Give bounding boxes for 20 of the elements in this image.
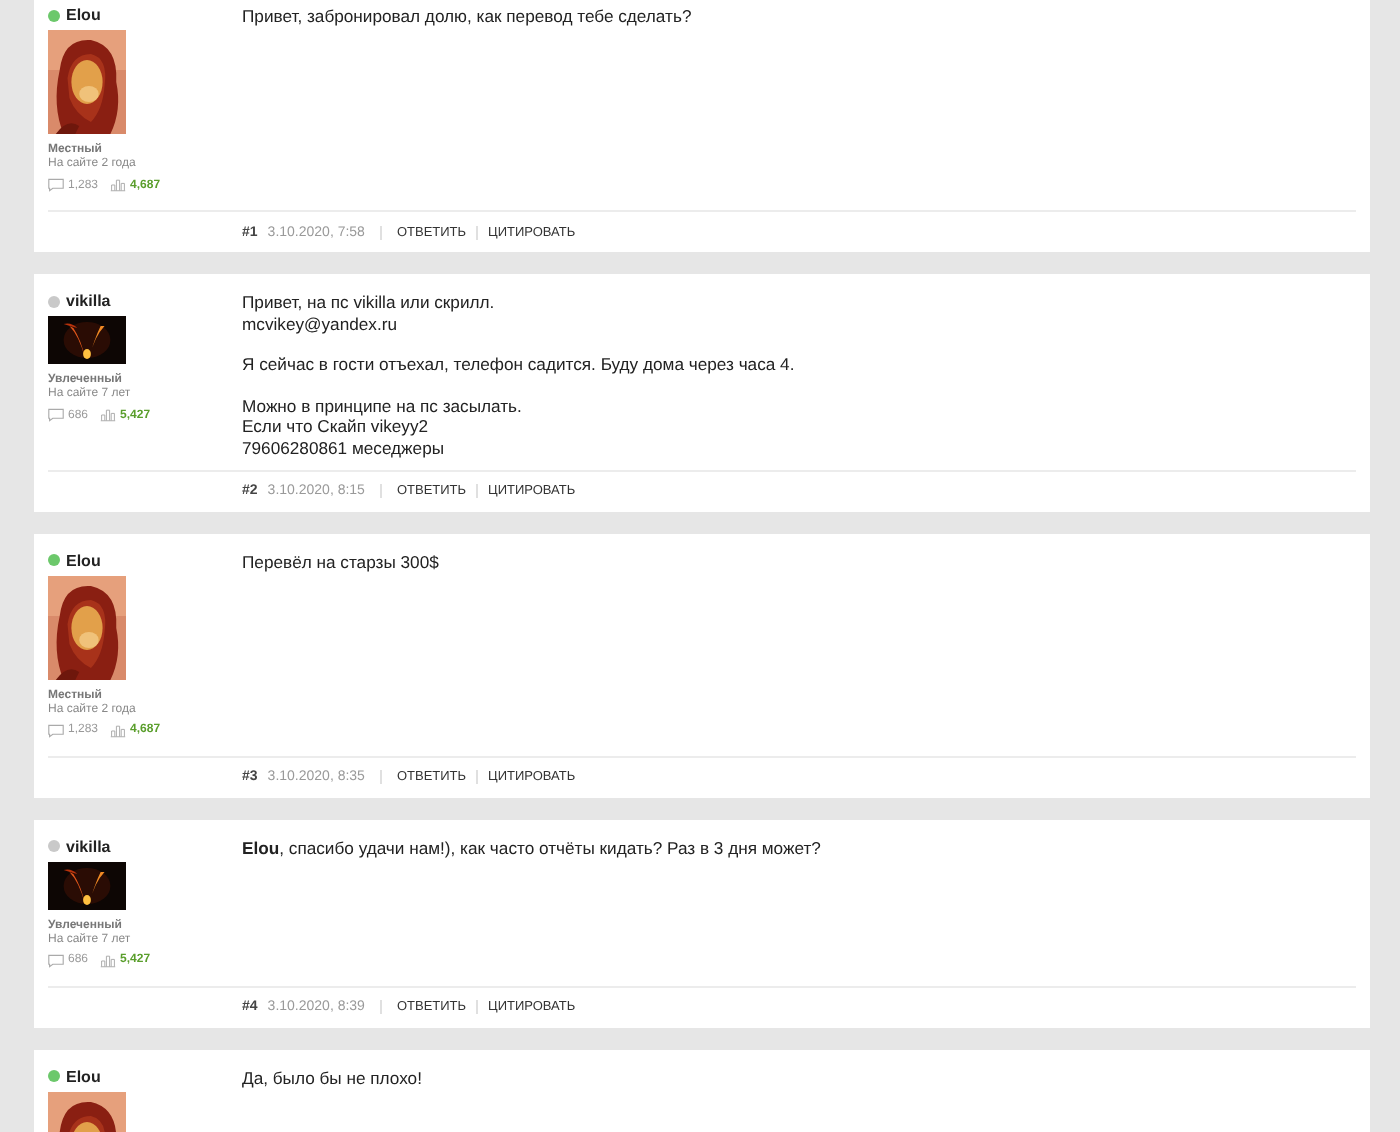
message-text: Можно в принципе на пс засылать. Если что Скайп vikeyy2 79606280861 меседжеры bbox=[242, 395, 524, 460]
author-name[interactable]: Elou bbox=[66, 1067, 101, 1086]
author-name[interactable]: vikilla bbox=[66, 837, 111, 856]
message-text: Я сейчас в гости отъехал, телефон садится. Буду дома через часа 4. bbox=[242, 354, 797, 376]
speech-bubble-icon bbox=[48, 723, 64, 738]
bar-chart-icon bbox=[100, 953, 117, 968]
bar-chart-icon bbox=[100, 408, 117, 422]
author-name[interactable]: Elou bbox=[66, 551, 101, 570]
message-text: Привет, забронировал долю, как перевод тебе сделать? bbox=[242, 6, 694, 28]
bar-chart-icon bbox=[110, 178, 127, 192]
author-name[interactable]: vikilla bbox=[66, 292, 111, 310]
message-text: Elou, спасибо удачи нам!), как часто отчёты кидать? Раз в 3 дня может? bbox=[242, 837, 823, 859]
message-text: Да, было бы не плохо! bbox=[242, 1067, 424, 1089]
speech-bubble-icon bbox=[48, 178, 64, 192]
message-text: Привет, на пс vikilla или скрилл. mcvikey@yandex.ru bbox=[242, 292, 497, 335]
message-text: Перевёл на старзы 300$ bbox=[242, 551, 441, 573]
author-name[interactable]: Elou bbox=[66, 6, 101, 24]
bar-chart-icon bbox=[110, 723, 127, 738]
speech-bubble-icon bbox=[48, 953, 64, 968]
speech-bubble-icon bbox=[48, 408, 64, 422]
